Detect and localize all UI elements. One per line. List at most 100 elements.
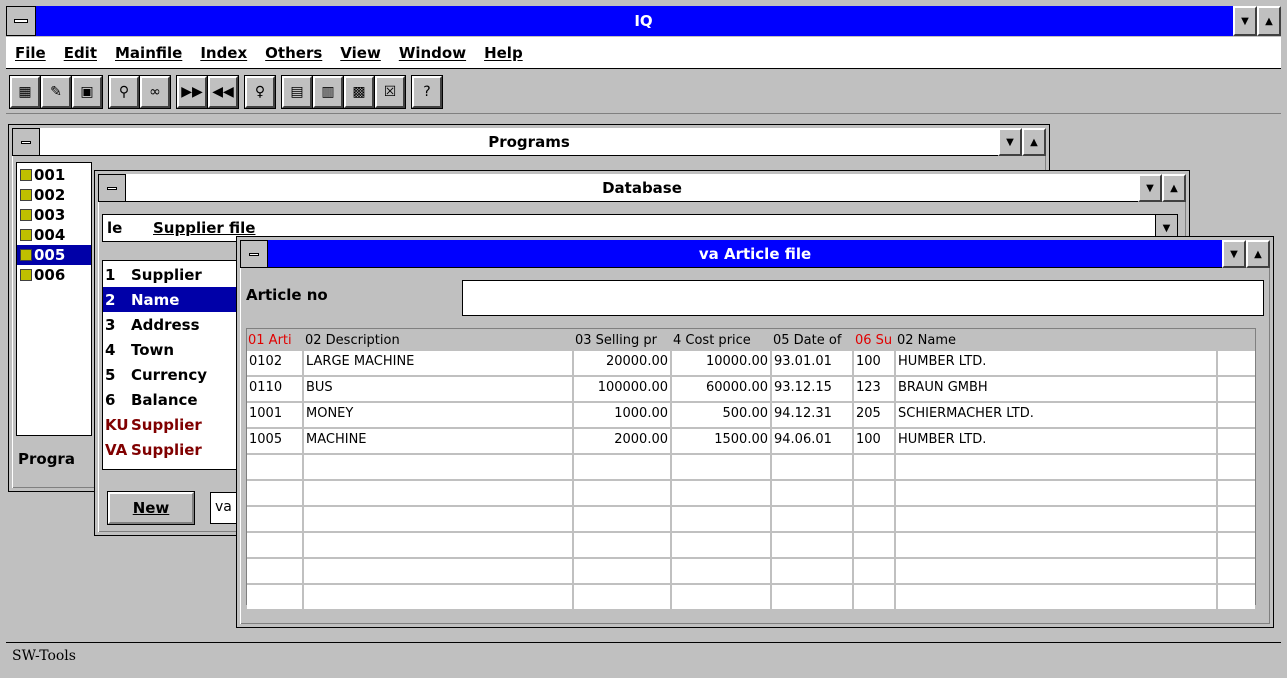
table-cell: 93.01.01 — [772, 351, 854, 375]
calculator-icon[interactable]: ▦ — [9, 74, 41, 109]
table-cell: 20000.00 — [574, 351, 672, 375]
edit-record-icon[interactable]: ✎ — [40, 74, 72, 109]
article-grid[interactable]: 01 Arti 02 Description 03 Selling pr 4 Cost… — [246, 328, 1256, 611]
table-row-empty[interactable] — [247, 585, 1255, 611]
field-name: Balance — [131, 390, 198, 409]
grid-body: 0102 LARGE MACHINE 20000.00 10000.00 93.01.0… — [247, 351, 1255, 611]
table-cell — [247, 533, 304, 557]
field-number: 3 — [105, 315, 116, 334]
toolbar-group: ▦ ✎ ▣ — [9, 74, 103, 109]
field-number: 6 — [105, 390, 116, 409]
table-cell: 60000.00 — [672, 377, 772, 401]
table-row[interactable]: 0110 BUS 100000.00 60000.00 93.12.15 123 BRAUN… — [247, 377, 1255, 403]
column-header[interactable]: 06 Su — [854, 333, 896, 348]
programs-title-bar[interactable]: Programs ▼ ▲ — [12, 128, 1046, 156]
column-header[interactable]: 03 Selling pr — [574, 333, 672, 348]
column-header[interactable]: 01 Arti — [247, 333, 304, 348]
table-cell: MONEY — [304, 403, 574, 427]
menu-file[interactable]: File — [6, 44, 55, 62]
maximize-button[interactable]: ▲ — [1162, 174, 1186, 202]
search-icon[interactable]: ⚲ — [108, 74, 140, 109]
rewind-icon[interactable]: ◀◀ — [207, 74, 239, 109]
article-title-bar[interactable]: va Article file ▼ ▲ — [240, 240, 1270, 268]
save-icon[interactable]: ▣ — [71, 74, 103, 109]
table-row[interactable]: 1005 MACHINE 2000.00 1500.00 94.06.01 100 HUMB… — [247, 429, 1255, 455]
table-row[interactable]: 0102 LARGE MACHINE 20000.00 10000.00 93.01.0… — [247, 351, 1255, 377]
program-item[interactable]: 004 — [17, 225, 91, 245]
app-window: IQ ▼ ▲ File Edit Mainfile Index Others View Wi… — [0, 0, 1287, 678]
table-cell — [672, 481, 772, 505]
new-button[interactable]: New — [107, 491, 195, 525]
minimize-button[interactable]: ▼ — [1233, 6, 1257, 36]
toolbar-group: ▤ ▥ ▩ ☒ — [281, 74, 406, 109]
table-cell — [672, 455, 772, 479]
program-label: 006 — [34, 266, 66, 284]
programs-list[interactable]: 001 002 003 004 005 006 — [16, 162, 92, 436]
table-row-empty[interactable] — [247, 559, 1255, 585]
table-cell: SCHIERMACHER LTD. — [896, 403, 1218, 427]
menu-edit[interactable]: Edit — [55, 44, 106, 62]
program-label: 004 — [34, 226, 66, 244]
maximize-button[interactable]: ▲ — [1257, 6, 1281, 36]
system-menu-icon[interactable] — [12, 128, 40, 156]
system-menu-icon[interactable] — [98, 174, 126, 202]
table-cell: BUS — [304, 377, 574, 401]
table-row[interactable]: 1001 MONEY 1000.00 500.00 94.12.31 205 SCHIERM… — [247, 403, 1255, 429]
field-name: Town — [131, 340, 175, 359]
column-header[interactable]: 02 Name — [896, 333, 1218, 348]
maximize-button[interactable]: ▲ — [1246, 240, 1270, 268]
minimize-button[interactable]: ▼ — [1222, 240, 1246, 268]
field-name: Address — [131, 315, 200, 334]
table-cell: 100000.00 — [574, 377, 672, 401]
window-delete-icon[interactable]: ☒ — [374, 74, 406, 109]
maximize-button[interactable]: ▲ — [1022, 128, 1046, 156]
table-cell — [672, 559, 772, 583]
file-selector-value: Supplier file — [153, 219, 256, 237]
table-cell — [304, 585, 574, 609]
field-number: KU — [105, 415, 129, 434]
table-cell — [772, 559, 854, 583]
minimize-button[interactable]: ▼ — [998, 128, 1022, 156]
window-cascade-icon[interactable]: ▥ — [312, 74, 344, 109]
table-row-empty[interactable] — [247, 481, 1255, 507]
find-glasses-icon[interactable]: ∞ — [139, 74, 171, 109]
program-item[interactable]: 003 — [17, 205, 91, 225]
field-name: Currency — [131, 365, 208, 384]
help-icon[interactable]: ? — [411, 74, 443, 109]
window-close-all-icon[interactable]: ▩ — [343, 74, 375, 109]
menu-view[interactable]: View — [331, 44, 390, 62]
forward-icon[interactable]: ▶▶ — [176, 74, 208, 109]
database-title-bar[interactable]: Database ▼ ▲ — [98, 174, 1186, 202]
table-row-empty[interactable] — [247, 533, 1255, 559]
table-cell — [574, 533, 672, 557]
window-split-icon[interactable]: ▤ — [281, 74, 313, 109]
menu-others[interactable]: Others — [256, 44, 331, 62]
menu-window[interactable]: Window — [390, 44, 475, 62]
program-label: 005 — [34, 246, 66, 264]
lightbulb-icon[interactable]: ♀ — [244, 74, 276, 109]
menu-index[interactable]: Index — [191, 44, 256, 62]
table-row-empty[interactable] — [247, 455, 1255, 481]
program-item[interactable]: 001 — [17, 165, 91, 185]
file-selector-prefix: le — [107, 219, 123, 237]
menu-mainfile[interactable]: Mainfile — [106, 44, 191, 62]
article-no-input[interactable] — [462, 280, 1264, 316]
system-menu-icon[interactable] — [240, 240, 268, 268]
system-menu-icon[interactable] — [6, 6, 36, 36]
program-item[interactable]: 006 — [17, 265, 91, 285]
table-cell: 94.06.01 — [772, 429, 854, 453]
status-text: SW-Tools — [12, 648, 76, 664]
minimize-button[interactable]: ▼ — [1138, 174, 1162, 202]
table-cell — [854, 533, 896, 557]
table-cell — [247, 481, 304, 505]
column-header[interactable]: 05 Date of — [772, 333, 854, 348]
toolbar-group: ⚲ ∞ — [108, 74, 171, 109]
table-row-empty[interactable] — [247, 507, 1255, 533]
program-item[interactable]: 002 — [17, 185, 91, 205]
app-title-bar[interactable]: IQ ▼ ▲ — [6, 6, 1281, 36]
column-header[interactable]: 4 Cost price — [672, 333, 772, 348]
table-cell — [896, 507, 1218, 531]
menu-help[interactable]: Help — [475, 44, 532, 62]
program-item[interactable]: 005 — [17, 245, 91, 265]
column-header[interactable]: 02 Description — [304, 333, 574, 348]
